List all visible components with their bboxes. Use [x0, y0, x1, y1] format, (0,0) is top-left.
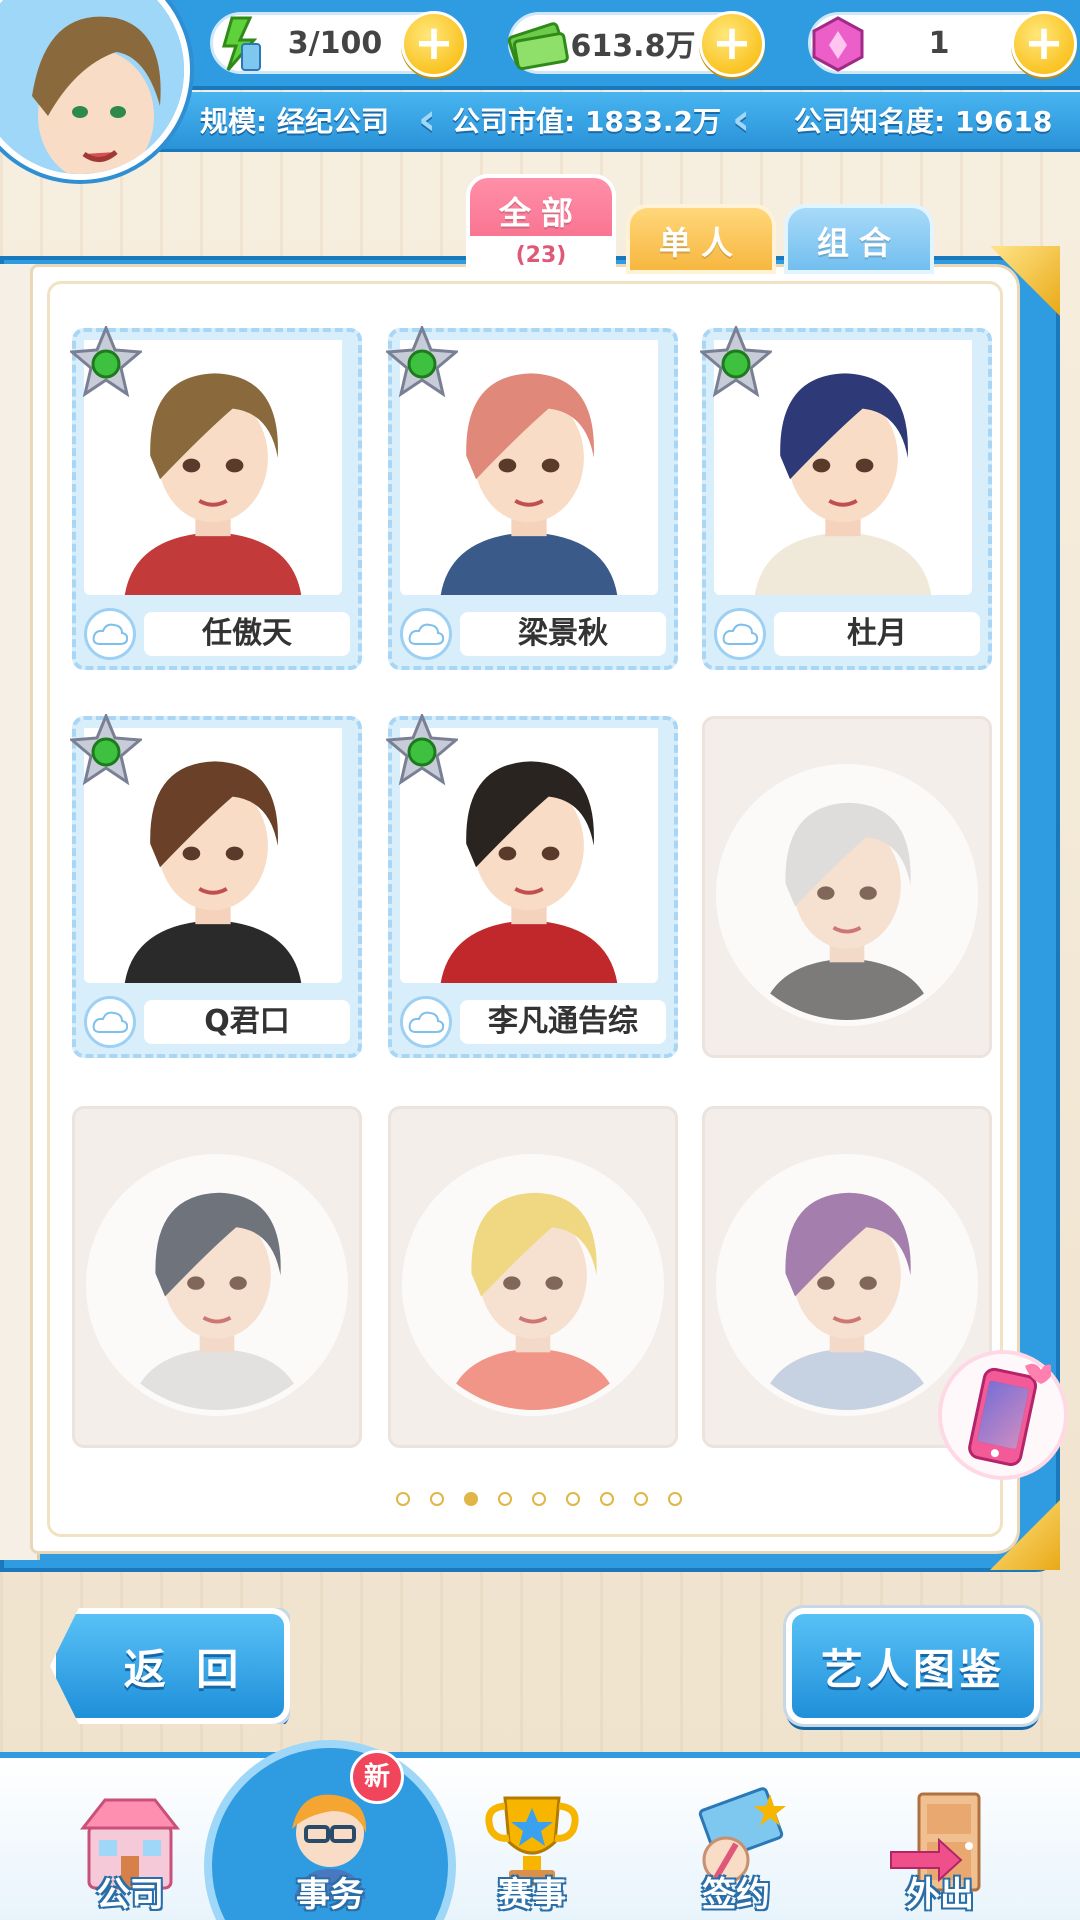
locked-artist-card[interactable]	[702, 716, 992, 1058]
nav-sign[interactable]: 签约	[656, 1770, 816, 1920]
artist-card[interactable]: Q君口	[70, 714, 362, 1058]
locked-artist-card[interactable]	[72, 1106, 362, 1448]
company-scale: 规模: 经纪公司	[200, 105, 389, 138]
artist-name: 杜月	[774, 612, 980, 656]
page-dot[interactable]	[464, 1492, 478, 1506]
artist-name: Q君口	[144, 1000, 350, 1044]
tab-group-label: 组合	[816, 224, 901, 262]
page-dot[interactable]	[532, 1492, 546, 1506]
artist-card[interactable]: 任傲天	[70, 326, 362, 670]
company-market-value: 公司市值: 1833.2万	[452, 105, 721, 138]
locked-portrait	[86, 1154, 348, 1416]
money-resource: 613.8万 +	[507, 11, 765, 77]
cloud-icon	[400, 996, 452, 1048]
nav-events-label: 赛事	[498, 1875, 566, 1915]
cloud-icon	[400, 608, 452, 660]
cloud-icon	[714, 608, 766, 660]
pink-gem-icon	[803, 9, 873, 79]
locked-artist-card[interactable]	[388, 1106, 678, 1448]
divider-chevron-icon: ‹	[418, 94, 437, 145]
company-info-strip: 规模: 经纪公司 ‹ 公司市值: 1833.2万 ‹ 公司知名度: 19618	[150, 92, 1080, 152]
new-badge: 新	[350, 1750, 404, 1804]
tab-group[interactable]: 组合	[784, 204, 934, 274]
page-dot[interactable]	[668, 1492, 682, 1506]
locked-portrait	[716, 1154, 978, 1416]
status-star-icon	[698, 324, 774, 400]
energy-resource: 3/100 +	[210, 11, 467, 77]
name-bar: 梁景秋	[400, 608, 666, 660]
status-star-icon	[68, 712, 144, 788]
tab-all-label: 全部	[498, 194, 583, 232]
page-dot[interactable]	[430, 1492, 444, 1506]
tab-solo[interactable]: 单人	[626, 204, 776, 274]
cloud-icon	[84, 608, 136, 660]
artist-card[interactable]: 梁景秋	[386, 326, 678, 670]
nav-company[interactable]: 公司	[50, 1770, 210, 1920]
artist-name: 任傲天	[144, 612, 350, 656]
phone-icon[interactable]	[938, 1350, 1068, 1480]
tab-solo-label: 单人	[658, 224, 743, 262]
pagination-dots	[396, 1492, 682, 1512]
status-star-icon	[68, 324, 144, 400]
money-cash-icon	[503, 9, 573, 79]
add-gem-button[interactable]: +	[1011, 11, 1077, 77]
page-dot[interactable]	[396, 1492, 410, 1506]
name-bar: 杜月	[714, 608, 980, 660]
artist-name: 李凡通告综	[460, 1000, 666, 1044]
name-bar: Q君口	[84, 996, 350, 1048]
cloud-icon	[84, 996, 136, 1048]
divider-chevron-icon: ‹	[732, 94, 751, 145]
add-energy-button[interactable]: +	[401, 11, 467, 77]
resource-strip: 3/100 + 613.8万 + 1 +	[150, 0, 1080, 90]
tab-all[interactable]: 全部 (23)	[466, 174, 616, 278]
artist-gallery-button[interactable]: 艺人图鉴	[786, 1608, 1040, 1724]
nav-events[interactable]: 赛事	[452, 1770, 612, 1920]
nav-company-label: 公司	[96, 1875, 164, 1915]
status-star-icon	[384, 712, 460, 788]
page-dot[interactable]	[498, 1492, 512, 1506]
page-dot[interactable]	[600, 1492, 614, 1506]
tab-all-count: (23)	[470, 236, 612, 276]
page-dot[interactable]	[634, 1492, 648, 1506]
back-button[interactable]: 返 回	[50, 1608, 290, 1724]
add-money-button[interactable]: +	[699, 11, 765, 77]
name-bar: 任傲天	[84, 608, 350, 660]
artist-card[interactable]: 杜月	[700, 326, 992, 670]
top-bar: 3/100 + 613.8万 + 1 + 规模: 经纪公司 ‹ 公司市值: 18…	[0, 0, 1080, 180]
name-bar: 李凡通告综	[400, 996, 666, 1048]
page-dot[interactable]	[566, 1492, 580, 1506]
company-fame: 公司知名度: 19618	[794, 105, 1053, 138]
artist-card[interactable]: 李凡通告综	[386, 714, 678, 1058]
energy-hourglass-icon	[205, 9, 275, 79]
player-avatar[interactable]	[0, 0, 190, 180]
nav-outing[interactable]: 外出	[860, 1770, 1020, 1920]
nav-outing-label: 外出	[906, 1875, 974, 1915]
locked-portrait	[402, 1154, 664, 1416]
locked-portrait	[716, 764, 978, 1026]
status-star-icon	[384, 324, 460, 400]
gem-resource: 1 +	[808, 11, 1077, 77]
artist-name: 梁景秋	[460, 612, 666, 656]
nav-affairs-label: 事务	[296, 1875, 364, 1915]
nav-sign-label: 签约	[702, 1875, 770, 1915]
